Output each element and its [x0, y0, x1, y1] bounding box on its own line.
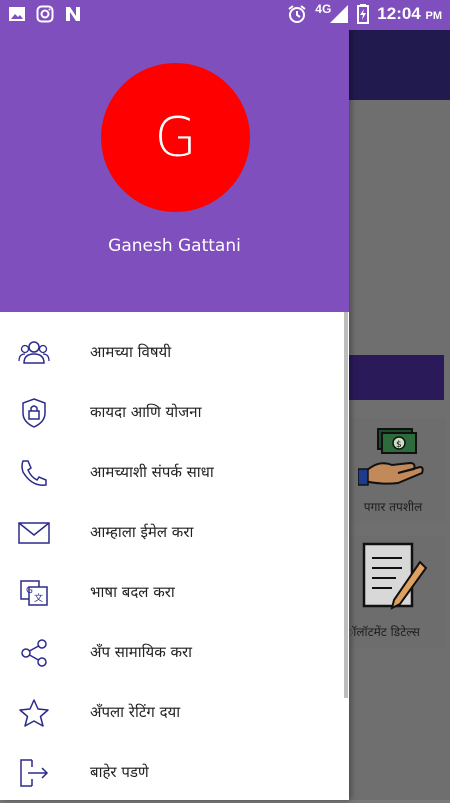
salary-icon: $ [358, 428, 424, 486]
status-bar: 4G 12:04 PM [0, 0, 450, 30]
navigation-drawer: G Ganesh Gattani आमच्या विषयी कायदा आणि … [0, 0, 349, 800]
mail-icon [18, 522, 50, 544]
menu-label: आमच्या विषयी [90, 343, 172, 361]
menu-item-change-language[interactable]: G 文 भाषा बदल करा [0, 563, 349, 623]
share-icon [21, 639, 47, 667]
translate-icon: G 文 [20, 580, 48, 606]
document-pen-icon [362, 542, 428, 610]
battery-icon [357, 4, 370, 24]
menu-item-about-us[interactable]: आमच्या विषयी [0, 323, 349, 383]
menu-label: भाषा बदल करा [90, 583, 175, 601]
menu-label: बाहेर पडणे [90, 763, 149, 781]
salary-card-label: पगार तपशील [363, 500, 423, 514]
salary-card[interactable]: $ पगार तपशील [340, 418, 446, 523]
allotment-card[interactable]: ॉलॉटमेंट डिटेल्स [340, 536, 446, 648]
network-type: 4G [315, 2, 332, 16]
n-icon [66, 7, 80, 21]
menu-item-rate-app[interactable]: अँपला रेटिंग दया [0, 683, 349, 743]
menu-label: अँपला रेटिंग दया [90, 703, 181, 721]
menu-label: कायदा आणि योजना [90, 403, 202, 421]
lock-icon [22, 398, 46, 428]
svg-text:G: G [26, 586, 33, 596]
drawer-menu: आमच्या विषयी कायदा आणि योजना आमच्याशी सं… [0, 323, 349, 803]
instagram-icon [36, 5, 54, 23]
menu-item-contact-us[interactable]: आमच्याशी संपर्क साधा [0, 443, 349, 503]
menu-label: आमच्याशी संपर्क साधा [90, 463, 214, 481]
svg-text:$: $ [396, 440, 402, 450]
star-icon [19, 699, 49, 727]
phone-icon [21, 460, 47, 486]
clock: 12:04 PM [377, 4, 442, 24]
signal-icon [330, 5, 349, 23]
drawer-header: G Ganesh Gattani [0, 0, 349, 312]
drawer-scrollbar[interactable] [344, 312, 348, 698]
menu-label: अँप सामायिक करा [90, 643, 193, 661]
menu-label: आम्हाला ईमेल करा [90, 523, 194, 541]
image-icon [9, 7, 25, 21]
menu-item-exit[interactable]: बाहेर पडणे [0, 743, 349, 803]
menu-item-email-us[interactable]: आम्हाला ईमेल करा [0, 503, 349, 563]
app-banner [340, 355, 444, 400]
menu-item-law-and-schemes[interactable]: कायदा आणि योजना [0, 383, 349, 443]
svg-text:文: 文 [34, 592, 43, 604]
user-name: Ganesh Gattani [108, 236, 241, 256]
menu-item-share-app[interactable]: अँप सामायिक करा [0, 623, 349, 683]
clock-time: 12:04 [377, 4, 421, 23]
logout-icon [20, 759, 49, 787]
clock-ampm: PM [425, 10, 443, 22]
alarm-icon [288, 5, 306, 23]
people-icon [18, 341, 50, 364]
avatar[interactable]: G [101, 63, 250, 212]
